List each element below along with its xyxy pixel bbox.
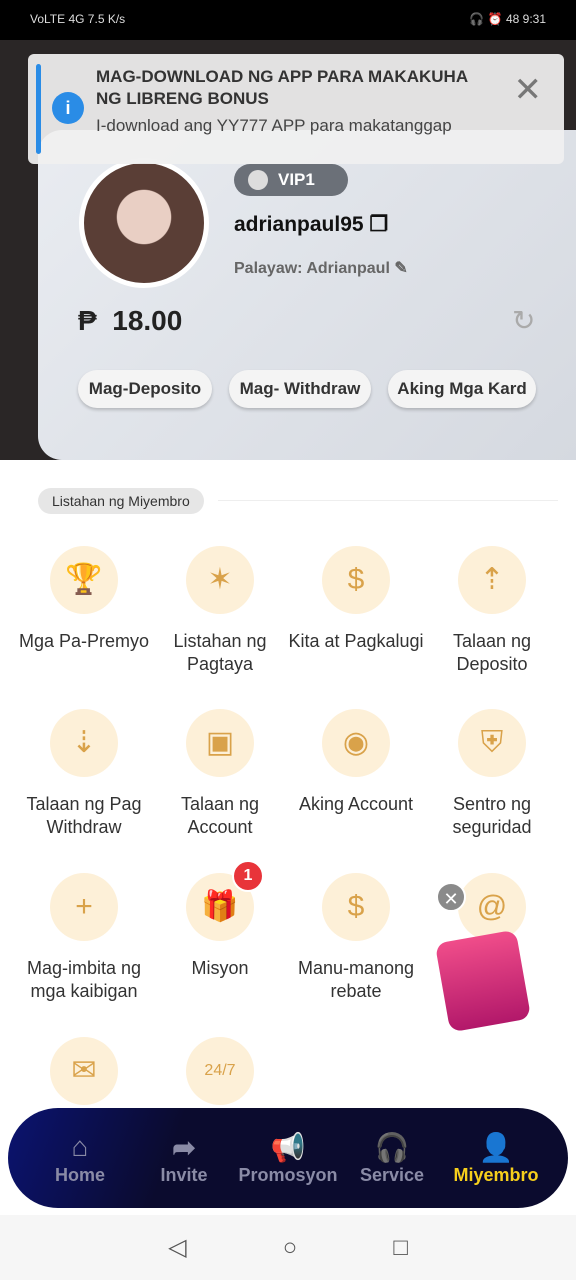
receipt-icon: $ bbox=[322, 546, 390, 614]
coins-icon: $ bbox=[322, 873, 390, 941]
member-item-label: Mag-imbita ng mga kaibigan bbox=[26, 958, 142, 1001]
gift-box-icon bbox=[434, 929, 532, 1033]
notification-body: I-download ang YY777 APP para makatangga… bbox=[96, 116, 452, 135]
member-item[interactable]: ⛨ Sentro ng seguridad bbox=[424, 709, 560, 839]
miyembro-icon: 👤 bbox=[478, 1131, 514, 1163]
nav-promosyon[interactable]: 📢 Promosyon bbox=[236, 1131, 340, 1186]
member-item-label: Mga Pa-Premyo bbox=[18, 631, 150, 651]
mission-badge: 1 bbox=[232, 860, 264, 892]
balance: ₱ 18.00 bbox=[78, 305, 183, 336]
download-notification[interactable]: i MAG-DOWNLOAD NG APP PARA MAKAKUHA NG L… bbox=[28, 54, 564, 164]
member-item-label: Manu-manong rebate bbox=[297, 958, 415, 1001]
nav-home[interactable]: ⌂ Home bbox=[28, 1131, 132, 1186]
vip-badge[interactable]: VIP1 bbox=[234, 164, 348, 196]
member-item-label: Talaan ng Pag Withdraw bbox=[26, 794, 142, 837]
support-24-7-icon: 24/7 bbox=[186, 1037, 254, 1105]
invite-user-icon: + bbox=[50, 873, 118, 941]
avatar[interactable] bbox=[79, 158, 209, 288]
battery: 48 bbox=[505, 12, 520, 26]
member-item[interactable]: ▣ Talaan ng Account bbox=[152, 709, 288, 839]
sparkle-icon: ✶ bbox=[186, 546, 254, 614]
refresh-icon[interactable]: ↻ bbox=[512, 304, 535, 337]
clock: 9:31 bbox=[522, 12, 546, 26]
edit-icon[interactable]: ✎ bbox=[394, 260, 407, 277]
member-item-label: Misyon bbox=[191, 958, 249, 978]
copy-icon[interactable]: ❐ bbox=[369, 213, 388, 236]
system-nav: ◁ ○ □ bbox=[0, 1215, 576, 1280]
deposit-button[interactable]: Mag-Deposito bbox=[78, 370, 212, 408]
clipboard-down-icon: ⇣ bbox=[50, 709, 118, 777]
member-item-label: Talaan ng Account bbox=[180, 794, 260, 837]
bottom-nav: ⌂ Home ➦ Invite 📢 Promosyon 🎧 Service 👤 Miyembro bbox=[8, 1108, 568, 1208]
back-icon[interactable]: ◁ bbox=[168, 1233, 186, 1262]
shield-icon: ⛨ bbox=[458, 709, 526, 777]
close-promo-icon[interactable]: ✕ bbox=[436, 882, 466, 912]
member-item[interactable]: ⇡ Talaan ng Deposito bbox=[424, 546, 560, 676]
status-bar: VoLTE 4G 7.5 K/s 🎧 ⏰ 48 9:31 bbox=[0, 0, 576, 40]
my-cards-button[interactable]: Aking Mga Kard bbox=[388, 370, 536, 408]
nav-invite[interactable]: ➦ Invite bbox=[132, 1131, 236, 1186]
user-icon: ◉ bbox=[322, 709, 390, 777]
close-icon[interactable]: ✕ bbox=[514, 70, 543, 110]
member-item[interactable]: ◉ Aking Account bbox=[288, 709, 424, 816]
username: adrianpaul95 bbox=[234, 213, 364, 236]
notification-title: MAG-DOWNLOAD NG APP PARA MAKAKUHA NG LIB… bbox=[96, 67, 468, 108]
member-item-label: Kita at Pagkalugi bbox=[288, 631, 424, 651]
trophy-icon: 🏆 bbox=[50, 546, 118, 614]
floating-gift-promo[interactable] bbox=[430, 920, 546, 1033]
home-icon[interactable]: ○ bbox=[283, 1234, 298, 1262]
member-item-label: Talaan ng Deposito bbox=[452, 631, 532, 674]
feedback-icon: ✉ bbox=[50, 1037, 118, 1105]
member-item-label: Aking Account bbox=[298, 794, 414, 814]
member-item[interactable]: ⇣ Talaan ng Pag Withdraw bbox=[16, 709, 152, 839]
nav-miyembro[interactable]: 👤 Miyembro bbox=[444, 1131, 548, 1186]
member-item-label: Listahan ng Pagtaya bbox=[173, 631, 267, 674]
section-label: Listahan ng Miyembro bbox=[38, 488, 204, 514]
status-left: VoLTE 4G 7.5 K/s bbox=[30, 12, 126, 26]
service-icon: 🎧 bbox=[374, 1131, 410, 1163]
home-icon: ⌂ bbox=[71, 1130, 89, 1162]
withdraw-button[interactable]: Mag- Withdraw bbox=[229, 370, 371, 408]
clipboard-up-icon: ⇡ bbox=[458, 546, 526, 614]
member-item[interactable]: $ Kita at Pagkalugi bbox=[288, 546, 424, 653]
member-item[interactable]: + Mag-imbita ng mga kaibigan bbox=[16, 873, 152, 1003]
vip-icon bbox=[248, 170, 268, 190]
member-item[interactable]: 🎁 Misyon bbox=[152, 873, 288, 980]
nav-service[interactable]: 🎧 Service bbox=[340, 1131, 444, 1186]
promosyon-icon: 📢 bbox=[270, 1131, 306, 1163]
account-record-icon: ▣ bbox=[186, 709, 254, 777]
member-item[interactable]: ✶ Listahan ng Pagtaya bbox=[152, 546, 288, 676]
nickname: Palayaw: Adrianpaul bbox=[234, 260, 390, 277]
info-icon: i bbox=[52, 92, 84, 124]
member-item[interactable]: 🏆 Mga Pa-Premyo bbox=[16, 546, 152, 653]
member-item[interactable]: $ Manu-manong rebate bbox=[288, 873, 424, 1003]
invite-icon: ➦ bbox=[172, 1131, 196, 1163]
recents-icon[interactable]: □ bbox=[393, 1234, 408, 1262]
member-item-label: Sentro ng seguridad bbox=[452, 794, 532, 837]
